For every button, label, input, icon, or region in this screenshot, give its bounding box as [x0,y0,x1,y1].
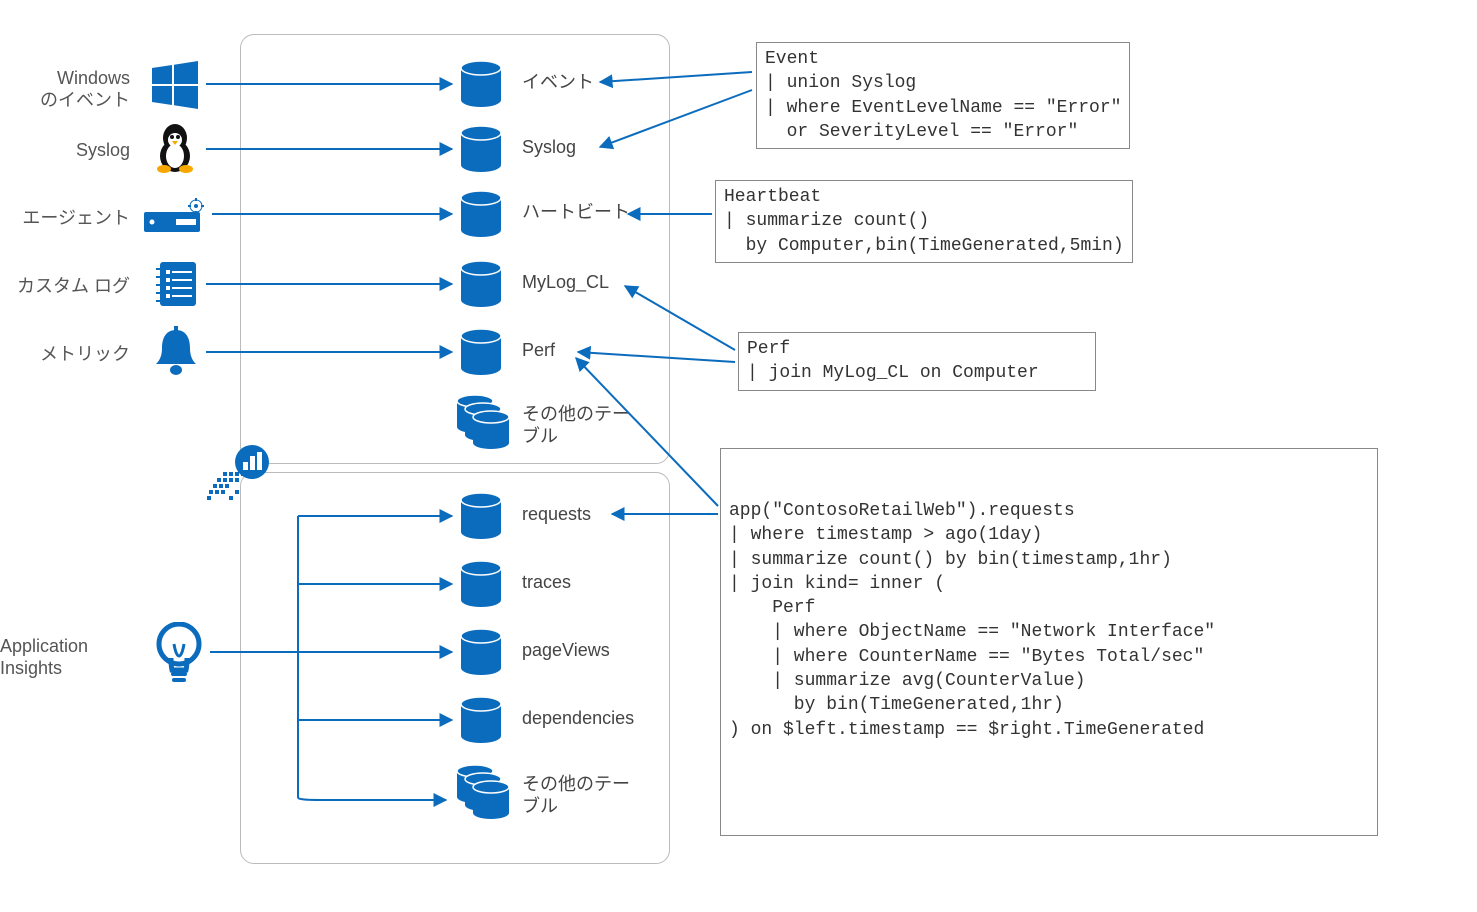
query-box-event: Event | union Syslog | where EventLevelN… [756,42,1130,149]
table-label-syslog: Syslog [522,137,576,159]
cylinder-icon [458,190,504,238]
windows-icon [150,60,200,110]
cylinder-icon [458,60,504,108]
cylinder-icon [458,560,504,608]
table-label-requests: requests [522,504,591,526]
cylinder-icon [458,125,504,173]
table-label-other-bottom: その他のテー ブル [522,774,630,817]
table-label-traces: traces [522,572,571,594]
source-label-custom-logs: カスタム ログ [0,276,130,298]
cylinder-icon [458,492,504,540]
source-label-windows-events: Windows のイベント [0,68,130,111]
table-label-perf: Perf [522,340,555,362]
linux-penguin-icon [152,122,198,174]
table-label-event: イベント [522,72,594,94]
cylinder-icon [458,328,504,376]
notebook-icon [152,260,200,308]
cylinder-icon [458,696,504,744]
table-label-mylog: MyLog_CL [522,272,609,294]
bell-icon [152,326,200,378]
source-label-app-insights: Application Insights [0,636,140,679]
query-box-heartbeat: Heartbeat | summarize count() by Compute… [715,180,1133,263]
lightbulb-icon [154,622,204,686]
table-label-heartbeat: ハートビート [522,202,630,224]
monitor-metrics-icon [207,444,275,506]
source-label-syslog: Syslog [0,140,130,162]
cylinder-icon [458,260,504,308]
stacked-cylinder-icon [452,764,512,820]
source-label-metrics: メトリック [0,344,130,366]
table-label-pageviews: pageViews [522,640,610,662]
cylinder-icon [458,628,504,676]
table-label-other-top: その他のテー ブル [522,404,630,447]
source-label-agent: エージェント [0,208,130,230]
server-agent-icon [144,198,208,236]
query-box-perf: Perf | join MyLog_CL on Computer [738,332,1096,391]
table-label-dependencies: dependencies [522,708,634,730]
query-box-app: app("ContosoRetailWeb").requests | where… [720,448,1378,836]
stacked-cylinder-icon [452,394,512,450]
